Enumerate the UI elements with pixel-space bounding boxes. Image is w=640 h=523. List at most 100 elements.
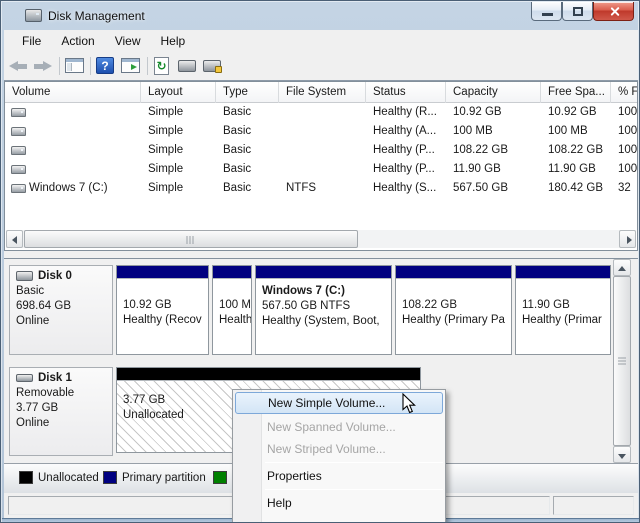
- disk-management-window: Disk Management File Action View Help ? …: [0, 0, 640, 523]
- partition-primary-1[interactable]: 108.22 GB Healthy (Primary Pa: [395, 265, 512, 355]
- down-arrow-icon: [618, 454, 626, 459]
- cell-pct-free: 100: [618, 125, 637, 137]
- column-type[interactable]: Type: [216, 82, 279, 103]
- partition-size: 100 M: [219, 298, 251, 313]
- cell-type: Basic: [223, 163, 251, 175]
- close-icon: [609, 6, 620, 17]
- disk-name: Disk 1: [38, 372, 72, 384]
- volume-row[interactable]: Windows 7 (C:) Simple Basic NTFS Healthy…: [5, 179, 637, 198]
- cell-type: Basic: [223, 144, 251, 156]
- cell-capacity: 10.92 GB: [453, 106, 502, 118]
- up-arrow-icon: [618, 266, 626, 271]
- column-file-system[interactable]: File System: [279, 82, 366, 103]
- status-field: [553, 496, 634, 515]
- disk-name: Disk 0: [38, 270, 72, 282]
- maximize-button[interactable]: [562, 2, 593, 21]
- right-arrow-icon: [627, 236, 632, 244]
- column-status[interactable]: Status: [366, 82, 446, 103]
- volume-row[interactable]: Simple Basic Healthy (P... 108.22 GB 108…: [5, 141, 637, 160]
- mouse-cursor-icon: [401, 393, 417, 414]
- menu-item-properties[interactable]: Properties: [233, 465, 445, 487]
- table-header: Volume Layout Type File System Status Ca…: [5, 82, 637, 103]
- cell-file-system: NTFS: [286, 182, 316, 194]
- partition-color-band: [396, 266, 511, 278]
- console-tree-icon[interactable]: [65, 58, 84, 73]
- partition-name: Windows 7 (C:): [262, 284, 391, 299]
- column-free-space[interactable]: Free Spa...: [541, 82, 611, 103]
- horizontal-scroll-thumb[interactable]: [24, 230, 358, 248]
- cell-status: Healthy (P...: [373, 144, 447, 156]
- cell-type: Basic: [223, 125, 251, 137]
- column-layout[interactable]: Layout: [141, 82, 216, 103]
- partition-size: 10.92 GB: [123, 298, 208, 313]
- scroll-grip-icon: [187, 236, 196, 244]
- column-pct-free[interactable]: % F: [611, 82, 637, 103]
- action-pane-icon[interactable]: [121, 58, 140, 73]
- back-icon[interactable]: [7, 61, 29, 72]
- menu-view[interactable]: View: [105, 31, 151, 51]
- menu-help[interactable]: Help: [151, 31, 196, 51]
- disk0-label-box[interactable]: Disk 0 Basic 698.64 GB Online: [9, 265, 113, 355]
- help-icon[interactable]: ?: [96, 57, 114, 74]
- vertical-scroll-thumb[interactable]: [613, 276, 631, 446]
- partition-windows-c[interactable]: Windows 7 (C:) 567.50 GB NTFS Healthy (S…: [255, 265, 392, 355]
- partition-size: 108.22 GB: [402, 298, 511, 313]
- volume-icon: [11, 184, 26, 193]
- vertical-scrollbar[interactable]: [613, 259, 631, 463]
- scroll-up-button[interactable]: [613, 259, 631, 276]
- volume-row[interactable]: Simple Basic Healthy (A... 100 MB 100 MB…: [5, 122, 637, 141]
- refresh-icon[interactable]: ↻: [154, 57, 169, 75]
- partition-primary-2[interactable]: 11.90 GB Healthy (Primar: [515, 265, 611, 355]
- scroll-right-button[interactable]: [619, 230, 636, 248]
- partition-status: Healthy (Primary Pa: [402, 313, 511, 328]
- column-capacity[interactable]: Capacity: [446, 82, 541, 103]
- volume-row[interactable]: Simple Basic Healthy (P... 11.90 GB 11.9…: [5, 160, 637, 179]
- forward-icon[interactable]: [32, 61, 54, 72]
- title-bar[interactable]: Disk Management: [1, 1, 640, 30]
- minimize-button[interactable]: [531, 2, 562, 21]
- menu-file[interactable]: File: [12, 31, 51, 51]
- disk1-label-box[interactable]: Disk 1 Removable 3.77 GB Online: [9, 367, 113, 456]
- disk-icon: [16, 374, 33, 382]
- menu-item-new-striped-volume: New Striped Volume...: [233, 438, 445, 460]
- disk-status: Online: [16, 416, 106, 431]
- cell-free-space: 10.92 GB: [548, 106, 597, 118]
- partition-recovery[interactable]: 10.92 GB Healthy (Recov: [116, 265, 209, 355]
- extended-swatch-icon: [213, 471, 227, 484]
- cell-status: Healthy (S...: [373, 182, 447, 194]
- partition-system-reserved[interactable]: 100 M Health: [212, 265, 252, 355]
- cell-volume: Windows 7 (C:): [29, 182, 141, 194]
- cell-layout: Simple: [148, 163, 183, 175]
- volume-row[interactable]: Simple Basic Healthy (R... 10.92 GB 10.9…: [5, 103, 637, 122]
- partition-color-band: [117, 368, 420, 380]
- manage-vhd-icon[interactable]: [203, 60, 221, 72]
- maximize-icon: [573, 7, 583, 16]
- cell-pct-free: 100: [618, 163, 637, 175]
- menu-item-help[interactable]: Help: [233, 492, 445, 514]
- scroll-down-button[interactable]: [613, 446, 631, 463]
- cell-pct-free: 32: [618, 182, 637, 194]
- cell-capacity: 567.50 GB: [453, 182, 508, 194]
- cell-free-space: 100 MB: [548, 125, 588, 137]
- partition-size: 567.50 GB NTFS: [262, 299, 391, 314]
- column-volume[interactable]: Volume: [5, 82, 141, 103]
- partition-status: Healthy (Recov: [123, 313, 208, 328]
- disk-properties-icon[interactable]: [178, 60, 196, 72]
- cell-capacity: 100 MB: [453, 125, 493, 137]
- close-button[interactable]: [593, 2, 634, 21]
- menu-bar: File Action View Help: [4, 30, 638, 52]
- disk-size: 698.64 GB: [16, 299, 106, 314]
- scroll-left-button[interactable]: [6, 230, 23, 248]
- menu-separator: [265, 489, 443, 490]
- disk-kind: Basic: [16, 284, 106, 299]
- window-title: Disk Management: [48, 9, 145, 23]
- pane-splitter[interactable]: [4, 251, 638, 258]
- scroll-grip-icon: [618, 358, 626, 365]
- cell-type: Basic: [223, 182, 251, 194]
- disk-icon: [16, 271, 33, 281]
- cell-layout: Simple: [148, 144, 183, 156]
- partition-color-band: [516, 266, 610, 278]
- menu-action[interactable]: Action: [51, 31, 104, 51]
- horizontal-scrollbar[interactable]: [6, 230, 636, 248]
- legend-primary-partition: Primary partition: [103, 471, 206, 484]
